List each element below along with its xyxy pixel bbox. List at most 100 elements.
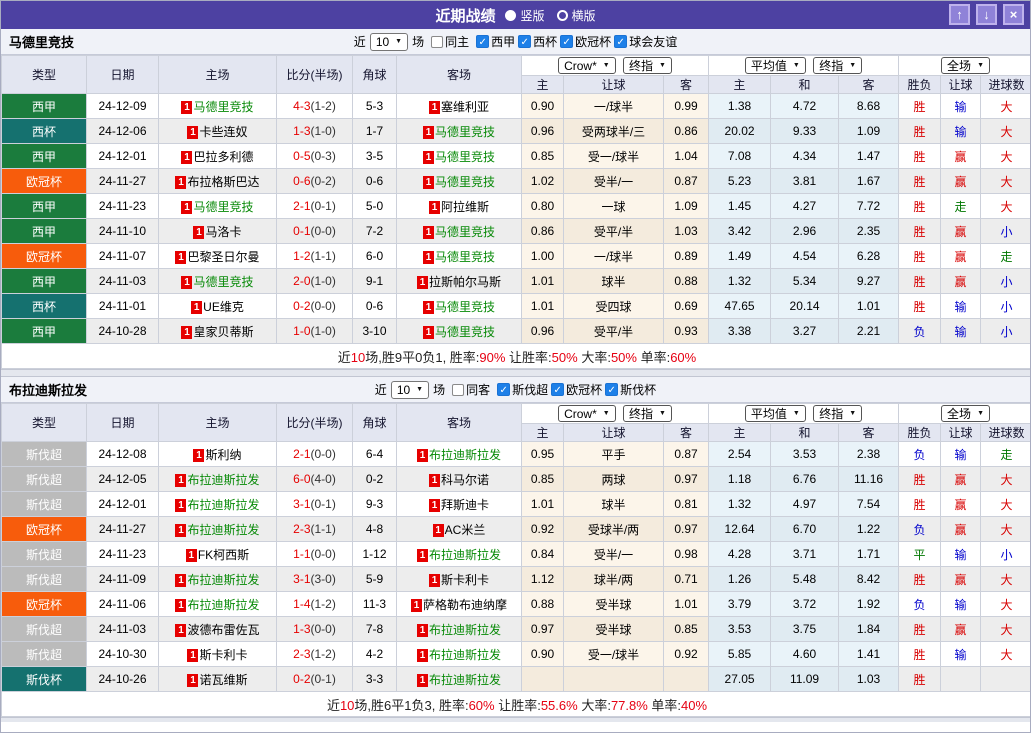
home-team[interactable]: 1布拉格斯巴达 bbox=[159, 169, 277, 194]
away-team[interactable]: 1马德里竞技 bbox=[397, 169, 522, 194]
halftime-score: (4-0) bbox=[311, 472, 336, 486]
home-team[interactable]: 1斯利纳 bbox=[159, 442, 277, 467]
match-row[interactable]: 斯伐超 24-12-08 1斯利纳 2-1(0-0) 6-4 1布拉迪斯拉发 0… bbox=[2, 442, 1031, 467]
away-team[interactable]: 1萨格勒布迪纳摩 bbox=[397, 592, 522, 617]
home-team[interactable]: 1UE维克 bbox=[159, 294, 277, 319]
match-count-select[interactable]: 10 ▼ bbox=[391, 381, 429, 399]
away-team[interactable]: 1AC米兰 bbox=[397, 517, 522, 542]
away-team[interactable]: 1布拉迪斯拉发 bbox=[397, 442, 522, 467]
match-row[interactable]: 欧冠杯 24-11-06 1布拉迪斯拉发 1-4(1-2) 11-3 1萨格勒布… bbox=[2, 592, 1031, 617]
match-row[interactable]: 西甲 24-11-23 1马德里竞技 2-1(0-1) 5-0 1阿拉维斯 0.… bbox=[2, 194, 1031, 219]
away-team[interactable]: 1科马尔诺 bbox=[397, 467, 522, 492]
match-row[interactable]: 西甲 24-12-01 1巴拉多利德 0-5(0-3) 3-5 1马德里竞技 0… bbox=[2, 144, 1031, 169]
avg-source-select[interactable]: 平均值▼ bbox=[745, 405, 806, 422]
league-filter-西甲[interactable]: ✓西甲 bbox=[476, 33, 515, 50]
league-filter-欧冠杯[interactable]: ✓欧冠杯 bbox=[560, 33, 611, 50]
match-row[interactable]: 斯伐超 24-10-30 1斯卡利卡 2-3(1-2) 4-2 1布拉迪斯拉发 … bbox=[2, 642, 1031, 667]
radio-unselected-icon[interactable] bbox=[557, 10, 568, 21]
home-team[interactable]: 1巴黎圣日尔曼 bbox=[159, 244, 277, 269]
away-team[interactable]: 1拉斯帕尔马斯 bbox=[397, 269, 522, 294]
league-filter-斯伐杯[interactable]: ✓斯伐杯 bbox=[605, 381, 656, 398]
card-badge: 1 bbox=[417, 649, 428, 662]
checkbox-checked-icon[interactable]: ✓ bbox=[560, 35, 573, 48]
away-team[interactable]: 1马德里竞技 bbox=[397, 244, 522, 269]
match-row[interactable]: 西杯 24-11-01 1UE维克 0-2(0-0) 0-6 1马德里竞技 1.… bbox=[2, 294, 1031, 319]
home-team[interactable]: 1马德里竞技 bbox=[159, 269, 277, 294]
match-row[interactable]: 欧冠杯 24-11-07 1巴黎圣日尔曼 1-2(1-1) 6-0 1马德里竞技… bbox=[2, 244, 1031, 269]
checkbox-checked-icon[interactable]: ✓ bbox=[518, 35, 531, 48]
league-filter-斯伐超[interactable]: ✓斯伐超 bbox=[497, 381, 548, 398]
match-row[interactable]: 斯伐超 24-12-01 1布拉迪斯拉发 3-1(0-1) 9-3 1拜斯迪卡 … bbox=[2, 492, 1031, 517]
checkbox-checked-icon[interactable]: ✓ bbox=[614, 35, 627, 48]
match-row[interactable]: 斯伐超 24-11-03 1波德布雷佐瓦 1-3(0-0) 7-8 1布拉迪斯拉… bbox=[2, 617, 1031, 642]
away-team[interactable]: 1斯卡利卡 bbox=[397, 567, 522, 592]
home-team[interactable]: 1马德里竞技 bbox=[159, 94, 277, 119]
avg-source-select[interactable]: 平均值▼ bbox=[745, 57, 806, 74]
scroll-up-button[interactable]: ↑ bbox=[949, 4, 970, 25]
scroll-down-button[interactable]: ↓ bbox=[976, 4, 997, 25]
odds-source-select[interactable]: Crow*▼ bbox=[558, 57, 616, 74]
away-team[interactable]: 1马德里竞技 bbox=[397, 144, 522, 169]
away-team[interactable]: 1马德里竞技 bbox=[397, 119, 522, 144]
home-team[interactable]: 1马洛卡 bbox=[159, 219, 277, 244]
checkbox-checked-icon[interactable]: ✓ bbox=[476, 35, 489, 48]
match-row[interactable]: 斯伐超 24-11-23 1FK柯西斯 1-1(0-0) 1-12 1布拉迪斯拉… bbox=[2, 542, 1031, 567]
avg-time-select[interactable]: 终指▼ bbox=[813, 405, 862, 422]
odds-source-select[interactable]: Crow*▼ bbox=[558, 405, 616, 422]
away-team[interactable]: 1阿拉维斯 bbox=[397, 194, 522, 219]
scope-select[interactable]: 全场▼ bbox=[941, 57, 990, 74]
away-team[interactable]: 1塞维利亚 bbox=[397, 94, 522, 119]
away-team[interactable]: 1布拉迪斯拉发 bbox=[397, 642, 522, 667]
away-team[interactable]: 1布拉迪斯拉发 bbox=[397, 542, 522, 567]
league-filter-欧冠杯[interactable]: ✓欧冠杯 bbox=[551, 381, 602, 398]
home-team[interactable]: 1布拉迪斯拉发 bbox=[159, 467, 277, 492]
match-row[interactable]: 西杯 24-12-06 1卡些连奴 1-3(1-0) 1-7 1马德里竞技 0.… bbox=[2, 119, 1031, 144]
match-row[interactable]: 欧冠杯 24-11-27 1布拉格斯巴达 0-6(0-2) 0-6 1马德里竞技… bbox=[2, 169, 1031, 194]
away-team[interactable]: 1马德里竞技 bbox=[397, 319, 522, 344]
radio-selected-icon[interactable] bbox=[505, 10, 516, 21]
match-row[interactable]: 西甲 24-10-28 1皇家贝蒂斯 1-0(1-0) 3-10 1马德里竞技 … bbox=[2, 319, 1031, 344]
close-button[interactable]: × bbox=[1003, 4, 1024, 25]
match-row[interactable]: 西甲 24-11-03 1马德里竞技 2-0(1-0) 9-1 1拉斯帕尔马斯 … bbox=[2, 269, 1031, 294]
away-team[interactable]: 1布拉迪斯拉发 bbox=[397, 667, 522, 692]
away-team[interactable]: 1马德里竞技 bbox=[397, 219, 522, 244]
match-count-select[interactable]: 10 ▼ bbox=[370, 33, 408, 51]
match-row[interactable]: 西甲 24-12-09 1马德里竞技 4-3(1-2) 5-3 1塞维利亚 0.… bbox=[2, 94, 1031, 119]
away-team[interactable]: 1马德里竞技 bbox=[397, 294, 522, 319]
match-row[interactable]: 斯伐超 24-11-09 1布拉迪斯拉发 3-1(3-0) 5-9 1斯卡利卡 … bbox=[2, 567, 1031, 592]
home-team[interactable]: 1布拉迪斯拉发 bbox=[159, 492, 277, 517]
checkbox-unchecked-icon[interactable] bbox=[431, 36, 443, 48]
match-row[interactable]: 斯伐超 24-12-05 1布拉迪斯拉发 6-0(4-0) 0-2 1科马尔诺 … bbox=[2, 467, 1031, 492]
radio-horizontal-layout[interactable]: 横版 bbox=[557, 7, 596, 24]
league-filter-西杯[interactable]: ✓西杯 bbox=[518, 33, 557, 50]
home-team[interactable]: 1波德布雷佐瓦 bbox=[159, 617, 277, 642]
match-row[interactable]: 斯伐杯 24-10-26 1诺瓦维斯 0-2(0-1) 3-3 1布拉迪斯拉发 … bbox=[2, 667, 1031, 692]
odds-handicap-value: 受两球半/三 bbox=[564, 119, 664, 144]
home-team[interactable]: 1布拉迪斯拉发 bbox=[159, 567, 277, 592]
odds-time-select[interactable]: 终指▼ bbox=[623, 57, 672, 74]
home-team[interactable]: 1FK柯西斯 bbox=[159, 542, 277, 567]
away-team[interactable]: 1布拉迪斯拉发 bbox=[397, 617, 522, 642]
home-team[interactable]: 1马德里竞技 bbox=[159, 194, 277, 219]
checkbox-unchecked-icon[interactable] bbox=[452, 384, 464, 396]
home-team[interactable]: 1布拉迪斯拉发 bbox=[159, 517, 277, 542]
away-team[interactable]: 1拜斯迪卡 bbox=[397, 492, 522, 517]
same-venue-filter[interactable]: 同主 bbox=[431, 33, 469, 50]
odds-time-select[interactable]: 终指▼ bbox=[623, 405, 672, 422]
home-team[interactable]: 1巴拉多利德 bbox=[159, 144, 277, 169]
home-team[interactable]: 1诺瓦维斯 bbox=[159, 667, 277, 692]
radio-vertical-layout[interactable]: 竖版 bbox=[505, 7, 544, 24]
match-row[interactable]: 西甲 24-11-10 1马洛卡 0-1(0-0) 7-2 1马德里竞技 0.8… bbox=[2, 219, 1031, 244]
checkbox-checked-icon[interactable]: ✓ bbox=[497, 383, 510, 396]
avg-time-select[interactable]: 终指▼ bbox=[813, 57, 862, 74]
league-filter-球会友谊[interactable]: ✓球会友谊 bbox=[614, 33, 677, 50]
home-team[interactable]: 1布拉迪斯拉发 bbox=[159, 592, 277, 617]
home-team[interactable]: 1斯卡利卡 bbox=[159, 642, 277, 667]
home-team[interactable]: 1皇家贝蒂斯 bbox=[159, 319, 277, 344]
scope-select[interactable]: 全场▼ bbox=[941, 405, 990, 422]
checkbox-checked-icon[interactable]: ✓ bbox=[551, 383, 564, 396]
match-row[interactable]: 欧冠杯 24-11-27 1布拉迪斯拉发 2-3(1-1) 4-8 1AC米兰 … bbox=[2, 517, 1031, 542]
checkbox-checked-icon[interactable]: ✓ bbox=[605, 383, 618, 396]
same-venue-filter[interactable]: 同客 bbox=[452, 381, 490, 398]
home-team[interactable]: 1卡些连奴 bbox=[159, 119, 277, 144]
